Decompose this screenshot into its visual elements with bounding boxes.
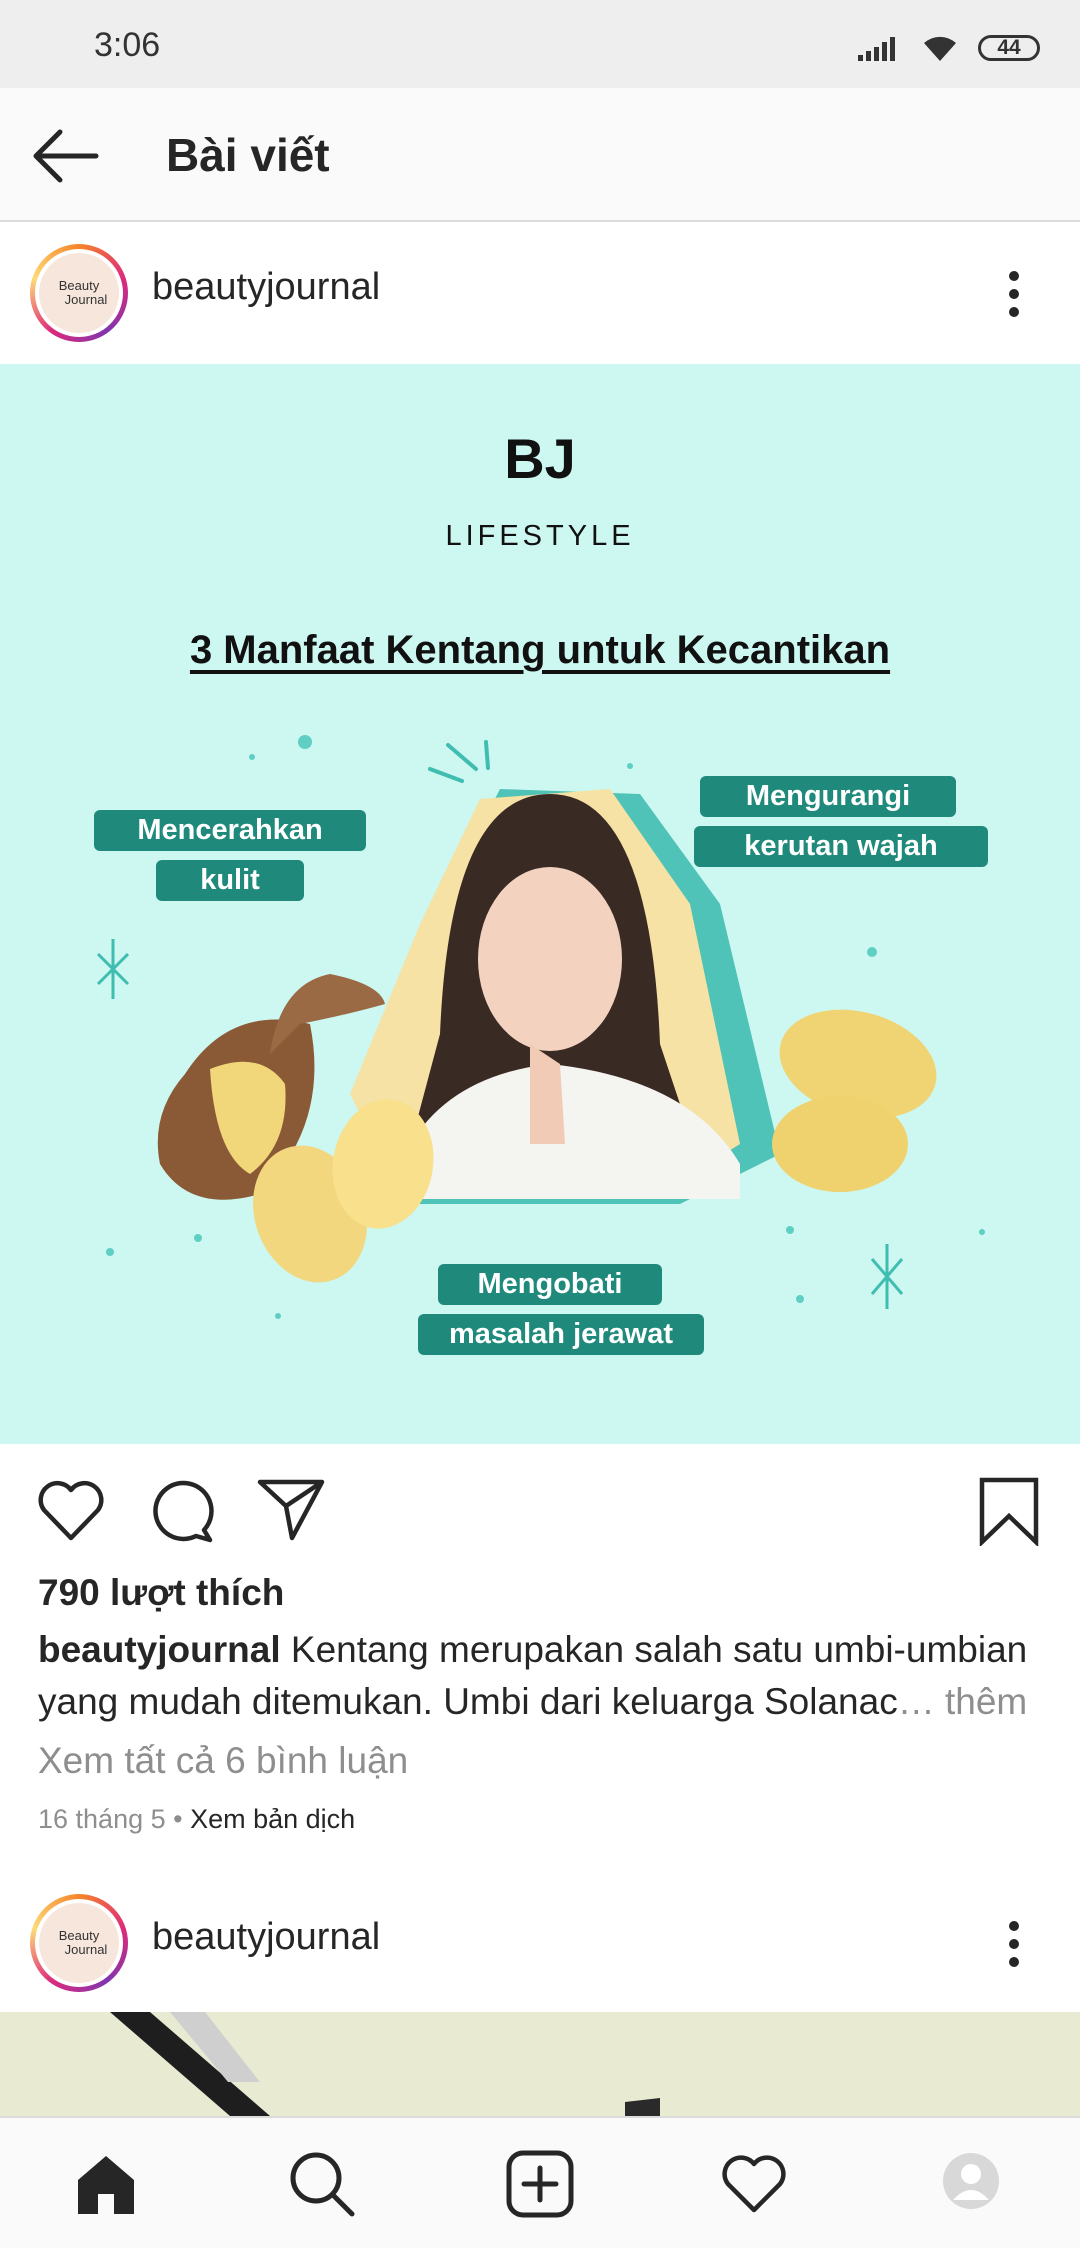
post-image-content bbox=[110, 2012, 660, 2116]
avatar-logo-text: Beauty bbox=[58, 1928, 100, 1943]
add-post-icon[interactable] bbox=[506, 2150, 574, 2218]
avatar[interactable]: Beauty Journal bbox=[30, 244, 128, 342]
status-time: 3:06 bbox=[94, 26, 161, 64]
activity-heart-icon[interactable] bbox=[720, 2154, 788, 2214]
view-comments-link[interactable]: Xem tất cả 6 bình luận bbox=[38, 1740, 408, 1782]
post-header: Beauty Journal beautyjournal bbox=[0, 1872, 1080, 2012]
caption-more-link[interactable]: … thêm bbox=[898, 1681, 1028, 1722]
profile-avatar-icon[interactable] bbox=[942, 2152, 1000, 2210]
avatar-logo-text: Journal bbox=[64, 1942, 108, 1957]
wifi-icon bbox=[924, 36, 956, 61]
battery-indicator: 44 bbox=[978, 35, 1040, 61]
comment-icon[interactable] bbox=[148, 1478, 216, 1544]
avatar[interactable]: Beauty Journal bbox=[30, 1894, 128, 1992]
post-username[interactable]: beautyjournal bbox=[152, 1916, 380, 1959]
benefit-tag: kulit bbox=[156, 860, 304, 901]
post-image[interactable]: BJ LIFESTYLE 3 Manfaat Kentang untuk Kec… bbox=[0, 364, 1080, 1444]
status-bar: 3:06 44 bbox=[0, 0, 1080, 88]
page-title: Bài viết bbox=[166, 129, 330, 181]
post-date-row: 16 tháng 5 • Xem bản dịch bbox=[38, 1804, 355, 1835]
benefit-tag: Mengobati bbox=[438, 1264, 662, 1305]
likes-count[interactable]: 790 lượt thích bbox=[38, 1572, 284, 1614]
post-username[interactable]: beautyjournal bbox=[152, 266, 380, 309]
bottom-nav bbox=[0, 2116, 1080, 2248]
post-header: Beauty Journal beautyjournal bbox=[0, 222, 1080, 362]
caption-username[interactable]: beautyjournal bbox=[38, 1629, 281, 1670]
signal-icon bbox=[858, 37, 895, 61]
avatar-logo-text: Journal bbox=[64, 292, 108, 307]
post-image[interactable] bbox=[0, 2012, 1080, 2116]
home-icon[interactable] bbox=[74, 2152, 138, 2216]
search-icon[interactable] bbox=[288, 2150, 356, 2218]
app-header: Bài viết bbox=[0, 88, 1080, 222]
post-caption: beautyjournal Kentang merupakan salah sa… bbox=[38, 1624, 1048, 1728]
translate-link[interactable]: Xem bản dịch bbox=[190, 1804, 355, 1834]
status-icons: 44 bbox=[858, 28, 1040, 68]
heart-icon[interactable] bbox=[36, 1480, 106, 1542]
benefit-tag: Mencerahkan bbox=[94, 810, 366, 851]
avatar-logo-text: Beauty bbox=[58, 278, 100, 293]
more-options-icon[interactable] bbox=[994, 264, 1034, 324]
back-arrow-icon[interactable] bbox=[30, 128, 100, 184]
benefit-tag: kerutan wajah bbox=[694, 826, 988, 867]
more-options-icon[interactable] bbox=[994, 1914, 1034, 1974]
benefit-tag: Mengurangi bbox=[700, 776, 956, 817]
date-separator: • bbox=[165, 1804, 191, 1834]
post-date: 16 tháng 5 bbox=[38, 1804, 166, 1834]
benefit-tag: masalah jerawat bbox=[418, 1314, 704, 1355]
share-icon[interactable] bbox=[256, 1476, 326, 1542]
post-actions bbox=[0, 1444, 1080, 1574]
bookmark-icon[interactable] bbox=[978, 1476, 1040, 1546]
